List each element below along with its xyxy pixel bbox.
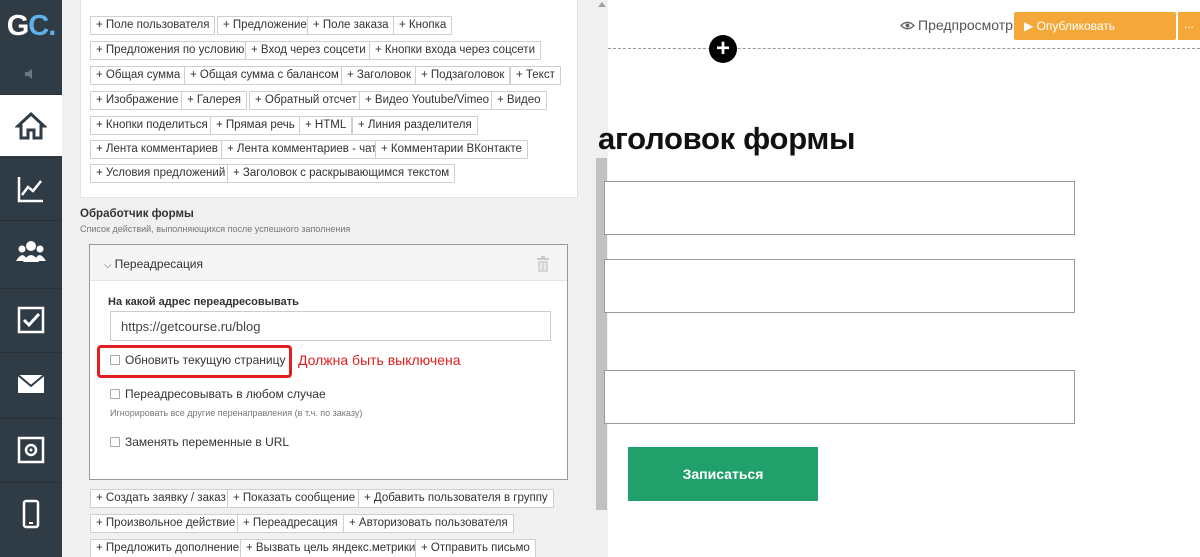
- annotation-note: Должна быть выключена: [298, 352, 461, 368]
- block-chip[interactable]: + Изображение: [90, 91, 185, 110]
- logo[interactable]: G C.: [0, 0, 62, 52]
- trash-icon[interactable]: [536, 256, 550, 272]
- redirect-action-header[interactable]: ⌵ Переадресация: [90, 245, 567, 281]
- chart-icon[interactable]: [0, 157, 62, 219]
- form-heading: аголовок формы: [598, 121, 856, 156]
- action-chip[interactable]: + Произвольное действие: [90, 514, 242, 533]
- block-chip[interactable]: + Лента комментариев: [90, 140, 224, 159]
- add-block-icon[interactable]: +: [709, 35, 737, 63]
- block-chip[interactable]: + Кнопка: [393, 16, 453, 35]
- block-chip[interactable]: + Кнопки входа через соцсети: [369, 41, 541, 60]
- handler-subtitle: Список действий, выполняющихся после усп…: [80, 224, 351, 234]
- submit-button[interactable]: Записаться: [628, 447, 818, 501]
- block-chip[interactable]: + Текст: [510, 66, 561, 85]
- speaker-icon[interactable]: [0, 62, 62, 86]
- action-chip[interactable]: + Отправить письмо: [415, 539, 536, 557]
- redirect-always-hint: Игнорировать все другие перенаправления …: [110, 408, 363, 418]
- chevron-down-icon: ⌵: [104, 260, 112, 271]
- block-chip[interactable]: + Предложения по условию: [90, 41, 251, 60]
- form-input-3[interactable]: [604, 370, 1075, 424]
- block-chip[interactable]: + Заголовок: [341, 66, 417, 85]
- logo-g: G: [6, 9, 30, 42]
- action-chip[interactable]: + Добавить пользователя в группу: [358, 489, 554, 508]
- block-chip[interactable]: + Предложение: [217, 16, 313, 35]
- main-nav: G C.: [0, 0, 62, 557]
- form-input-2[interactable]: [604, 259, 1075, 313]
- replace-vars-checkbox-row[interactable]: Заменять переменные в URL: [110, 435, 289, 449]
- block-chip[interactable]: + Условия предложений: [90, 164, 232, 183]
- action-chip[interactable]: + Создать заявку / заказ: [90, 489, 232, 508]
- block-chip[interactable]: + Поле пользователя: [90, 16, 216, 35]
- block-chip[interactable]: + HTML: [299, 116, 353, 135]
- redirect-always-label: Переадресовывать в любом случае: [125, 387, 326, 401]
- form-input-1[interactable]: [604, 181, 1075, 235]
- action-chip[interactable]: + Вызвать цель яндекс.метрики: [240, 539, 422, 557]
- action-chip[interactable]: + Авторизовать пользователя: [343, 514, 514, 533]
- page-root: G C. + Поле пользователя + Предложение + …: [0, 0, 1200, 557]
- redirect-url-input[interactable]: [110, 311, 551, 341]
- redirect-action-title: ⌵ Переадресация: [104, 257, 203, 271]
- block-chip[interactable]: + Общая сумма с балансом: [184, 66, 345, 85]
- action-chip[interactable]: + Предложить дополнение: [90, 539, 246, 557]
- scroll-up-arrow[interactable]: [598, 2, 606, 7]
- block-chip[interactable]: + Поле заказа: [307, 16, 395, 35]
- redirect-url-label: На какой адрес переадресовывать: [108, 296, 299, 308]
- logo-c: C.: [28, 9, 56, 42]
- block-chip[interactable]: + Лента комментариев - чат: [221, 140, 383, 159]
- block-chip[interactable]: + Обратный отсчет: [249, 91, 363, 110]
- eye-icon: [900, 21, 915, 29]
- block-chip[interactable]: + Прямая речь: [210, 116, 301, 135]
- users-icon[interactable]: [0, 220, 62, 282]
- block-chip[interactable]: + Линия разделителя: [352, 116, 478, 135]
- home-icon[interactable]: [0, 94, 62, 156]
- block-chip[interactable]: + Подзаголовок: [415, 66, 511, 85]
- block-chip[interactable]: + Комментарии ВКонтакте: [375, 140, 528, 159]
- action-chip[interactable]: + Переадресация: [237, 514, 344, 533]
- checkbox-icon[interactable]: [0, 288, 62, 350]
- preview-label: Предпросмотр: [918, 17, 1013, 33]
- block-divider: [608, 48, 1200, 49]
- block-chip[interactable]: + Галерея: [181, 91, 248, 110]
- redirect-action-label: Переадресация: [114, 257, 204, 271]
- handler-title: Обработчик формы: [80, 208, 194, 220]
- block-chip[interactable]: + Вход через соцсети: [245, 41, 372, 60]
- mail-icon[interactable]: [0, 352, 62, 414]
- highlight-frame: [97, 345, 292, 378]
- publish-button[interactable]: ▶ Опубликовать изменения: [1014, 12, 1176, 61]
- redirect-always-checkbox[interactable]: [110, 389, 120, 399]
- replace-vars-checkbox[interactable]: [110, 437, 120, 447]
- action-chip[interactable]: + Показать сообщение: [227, 489, 362, 508]
- phone-icon[interactable]: [0, 482, 62, 544]
- block-chip[interactable]: + Видео: [491, 91, 547, 110]
- block-chip[interactable]: + Заголовок с раскрывающимся текстом: [227, 164, 456, 183]
- redirect-always-checkbox-row[interactable]: Переадресовывать в любом случае: [110, 387, 326, 401]
- replace-vars-label: Заменять переменные в URL: [125, 435, 290, 449]
- block-chip[interactable]: + Кнопки поделиться: [90, 116, 214, 135]
- block-chip[interactable]: + Видео Youtube/Vimeo: [359, 91, 496, 110]
- preview-link[interactable]: Предпросмотр: [900, 17, 1013, 33]
- block-chip[interactable]: + Общая сумма: [90, 66, 187, 85]
- safe-icon[interactable]: [0, 418, 62, 480]
- more-button[interactable]: ...: [1178, 12, 1200, 40]
